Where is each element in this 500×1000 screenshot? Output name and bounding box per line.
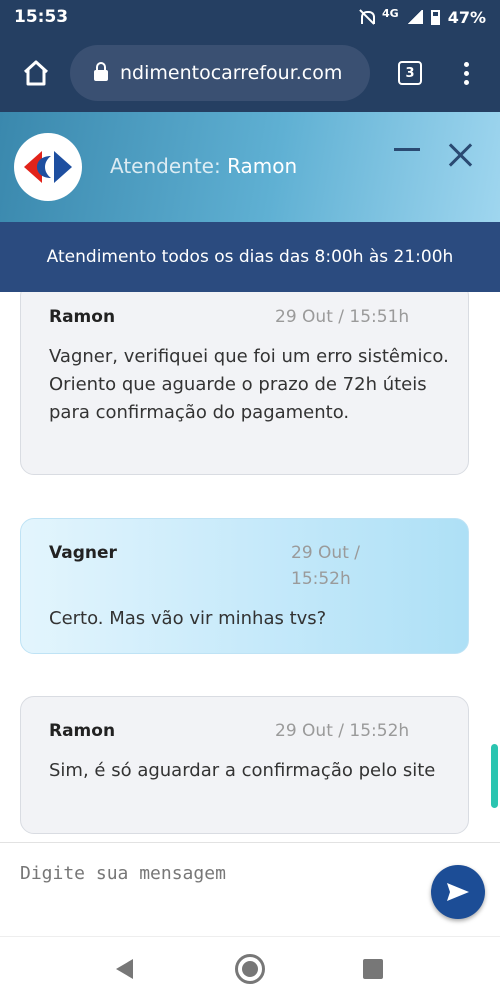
- message-time: 29 Out /: [291, 543, 360, 563]
- message-user: Vagner 29 Out / 15:52h Certo. Mas vão vi…: [20, 518, 469, 654]
- message-scrollbar[interactable]: [491, 744, 498, 808]
- message-composer: [0, 842, 500, 936]
- message-agent: Ramon 29 Out / 15:51h Vagner, verifiquei…: [20, 292, 469, 475]
- recents-icon[interactable]: [363, 959, 383, 979]
- status-bar: 15:53 4G 47%: [0, 0, 500, 34]
- hours-banner: Atendimento todos os dias das 8:00h às 2…: [0, 222, 500, 292]
- message-list[interactable]: Ramon 29 Out / 15:51h Vagner, verifiquei…: [0, 292, 500, 842]
- message-input[interactable]: [20, 853, 410, 893]
- send-button[interactable]: [431, 865, 485, 919]
- minimize-chat-button[interactable]: [394, 148, 420, 151]
- message-text: Certo. Mas vão vir minhas tvs?: [49, 608, 327, 629]
- menu-dot: [463, 61, 469, 67]
- home-circle-icon[interactable]: [235, 954, 265, 984]
- hours-text: Atendimento todos os dias das 8:00h às 2…: [46, 247, 454, 267]
- message-sender: Vagner: [49, 543, 117, 563]
- network-type: 4G: [382, 6, 399, 20]
- carrefour-logo: [14, 133, 82, 201]
- agent-label-prefix: Atendente:: [110, 154, 228, 178]
- battery-icon: [430, 9, 440, 25]
- system-nav-bar: [0, 936, 500, 1000]
- chat-header: Atendente: Ramon: [0, 112, 500, 222]
- message-time: 29 Out / 15:52h: [275, 721, 410, 741]
- lock-icon: [94, 62, 108, 81]
- agent-name: Ramon: [227, 154, 298, 178]
- home-icon: [23, 60, 49, 86]
- status-icons: 4G 47%: [358, 6, 486, 27]
- url-bar[interactable]: ndimentocarrefour.com: [70, 45, 370, 101]
- message-sender: Ramon: [49, 721, 116, 741]
- signal-icon: [406, 10, 423, 24]
- mute-bell-icon: [358, 9, 376, 25]
- message-sender: Ramon: [49, 307, 116, 327]
- browser-toolbar: ndimentocarrefour.com 3: [0, 34, 500, 112]
- agent-label: Atendente: Ramon: [110, 154, 297, 178]
- message-time: 29 Out / 15:51h: [275, 307, 410, 327]
- menu-dot: [463, 70, 469, 76]
- message-agent: Ramon 29 Out / 15:52h Sim, é só aguardar…: [20, 696, 469, 834]
- url-text: ndimentocarrefour.com: [120, 62, 343, 84]
- menu-dot: [463, 79, 469, 85]
- message-text: Sim, é só aguardar a confirmação pelo si…: [49, 760, 436, 781]
- browser-menu-button[interactable]: [446, 45, 486, 101]
- back-icon[interactable]: [116, 959, 133, 979]
- battery-percent: 47%: [447, 7, 486, 27]
- tab-count: 3: [398, 61, 422, 85]
- send-icon: [447, 883, 469, 901]
- close-chat-button[interactable]: [446, 140, 476, 170]
- status-time: 15:53: [14, 7, 69, 27]
- message-text: Vagner, verifiquei que foi um erro sistê…: [49, 346, 449, 423]
- tab-switcher-button[interactable]: 3: [388, 45, 432, 101]
- message-time: 15:52h: [291, 569, 351, 589]
- carrefour-logo-icon: [24, 151, 72, 183]
- browser-home-button[interactable]: [8, 45, 64, 101]
